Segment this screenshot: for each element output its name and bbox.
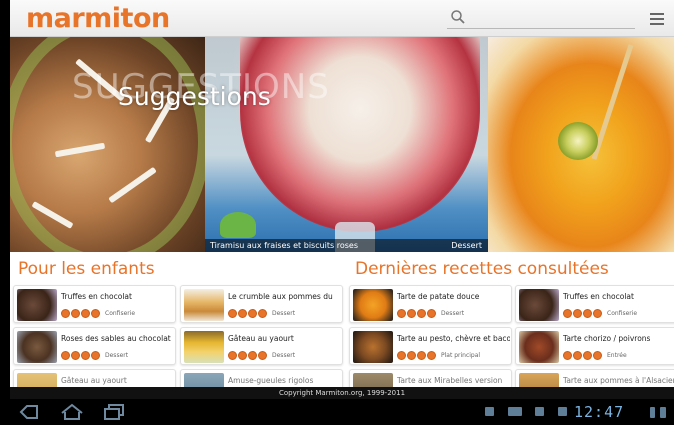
- recipe-thumbnail: [17, 331, 57, 363]
- recipe-thumbnail: [184, 373, 224, 387]
- recipe-card[interactable]: Le crumble aux pommes du Dessert: [180, 285, 343, 323]
- recipe-title: Tarte aux Mirabelles version: [397, 376, 503, 385]
- recipe-card[interactable]: Roses des sables au chocolat Dessert: [13, 327, 176, 365]
- search-input[interactable]: [471, 9, 631, 27]
- hero-caption[interactable]: Tiramisu aux fraises et biscuits roses D…: [205, 239, 488, 252]
- recipe-thumbnail: [519, 289, 559, 321]
- recipe-category: Entrée: [607, 351, 627, 359]
- recipe-card[interactable]: Tarte de patate douce Dessert: [349, 285, 512, 323]
- app-header: marmiton: [10, 0, 674, 37]
- difficulty-rating: Dessert: [228, 308, 295, 318]
- recipe-category: Dessert: [272, 309, 296, 317]
- recipe-card[interactable]: Tarte chorizo / poivrons Entrée: [515, 327, 674, 365]
- hero-title: Suggestions: [118, 82, 271, 111]
- recipe-thumbnail: [353, 373, 393, 387]
- recipe-thumbnail: [519, 331, 559, 363]
- recipe-thumbnail: [184, 289, 224, 321]
- download-icon: [558, 407, 567, 416]
- footer: Copyright Marmiton.org, 1999-2011: [10, 387, 674, 399]
- recipe-thumbnail: [17, 373, 57, 387]
- recipe-category: Dessert: [105, 351, 129, 359]
- recipe-title: Roses des sables au chocolat: [61, 334, 171, 343]
- search-icon[interactable]: [450, 9, 466, 25]
- recipe-card[interactable]: Truffes en chocolat Confiserie: [13, 285, 176, 323]
- recipe-card[interactable]: Tarte au pesto, chèvre et bacon Plat pri…: [349, 327, 512, 365]
- recipe-card[interactable]: Tarte aux Mirabelles version: [349, 369, 512, 387]
- hero-image-fruit-salad[interactable]: [488, 37, 674, 252]
- section-title-recent: Dernières recettes consultées: [355, 259, 609, 279]
- recipe-title: Tarte chorizo / poivrons: [563, 334, 651, 343]
- battery-icon: [660, 407, 666, 418]
- recipe-thumbnail: [353, 289, 393, 321]
- difficulty-rating: Dessert: [61, 350, 128, 360]
- recipe-title: Tarte de patate douce: [397, 292, 480, 301]
- notification-icon: [535, 407, 544, 416]
- wifi-icon: [650, 407, 655, 418]
- recipe-thumbnail: [353, 331, 393, 363]
- suggestions-carousel[interactable]: SUGGESTIONS Suggestions Tiramisu aux fra…: [10, 37, 674, 252]
- section-title-kids: Pour les enfants: [18, 259, 155, 279]
- hero-caption-category: Dessert: [451, 241, 482, 250]
- marmiton-logo[interactable]: marmiton: [26, 3, 170, 34]
- difficulty-rating: Dessert: [228, 350, 295, 360]
- menu-icon[interactable]: [650, 13, 664, 25]
- keyboard-icon: [508, 407, 522, 416]
- recipe-title: Truffes en chocolat: [563, 292, 634, 301]
- recipe-title: Tarte au pesto, chèvre et bacon: [397, 334, 510, 343]
- recipe-thumbnail: [519, 373, 559, 387]
- recipe-category: Confiserie: [607, 309, 638, 317]
- difficulty-rating: Dessert: [397, 308, 464, 318]
- recipe-category: Dessert: [272, 351, 296, 359]
- difficulty-rating: Plat principal: [397, 350, 480, 360]
- recipe-title: Gâteau au yaourt: [61, 376, 127, 385]
- recipe-category: Dessert: [441, 309, 465, 317]
- recipe-title: Tarte aux pommes à l'Alsacienne: [563, 376, 674, 385]
- recipe-category: Plat principal: [441, 351, 481, 359]
- recipe-thumbnail: [17, 289, 57, 321]
- recipe-title: Amuse-gueules rigolos: [228, 376, 314, 385]
- recipe-lists: Pour les enfants Dernières recettes cons…: [10, 252, 674, 387]
- copyright-text: Copyright Marmiton.org, 1999-2011: [278, 389, 406, 397]
- recipe-title: Truffes en chocolat: [61, 292, 132, 301]
- recipe-title: Le crumble aux pommes du: [228, 292, 333, 301]
- status-clock: 12:47: [574, 403, 625, 421]
- recipe-card[interactable]: Tarte aux pommes à l'Alsacienne: [515, 369, 674, 387]
- hero-caption-title: Tiramisu aux fraises et biscuits roses: [210, 241, 359, 250]
- recipe-thumbnail: [184, 331, 224, 363]
- recipe-card[interactable]: Amuse-gueules rigolos: [180, 369, 343, 387]
- recipe-title: Gâteau au yaourt: [228, 334, 294, 343]
- recipe-card[interactable]: Truffes en chocolat Confiserie: [515, 285, 674, 323]
- recipe-category: Confiserie: [105, 309, 136, 317]
- difficulty-rating: Entrée: [563, 350, 627, 360]
- recent-apps-icon[interactable]: [103, 403, 125, 421]
- recipe-card[interactable]: Gâteau au yaourt: [13, 369, 176, 387]
- difficulty-rating: Confiserie: [563, 308, 637, 318]
- difficulty-rating: Confiserie: [61, 308, 135, 318]
- back-icon[interactable]: [18, 403, 40, 421]
- recipe-card[interactable]: Gâteau au yaourt Dessert: [180, 327, 343, 365]
- search-bar[interactable]: [447, 9, 635, 29]
- system-navigation-bar: 12:47: [0, 399, 674, 425]
- home-icon[interactable]: [60, 403, 84, 421]
- usb-icon: [485, 407, 494, 416]
